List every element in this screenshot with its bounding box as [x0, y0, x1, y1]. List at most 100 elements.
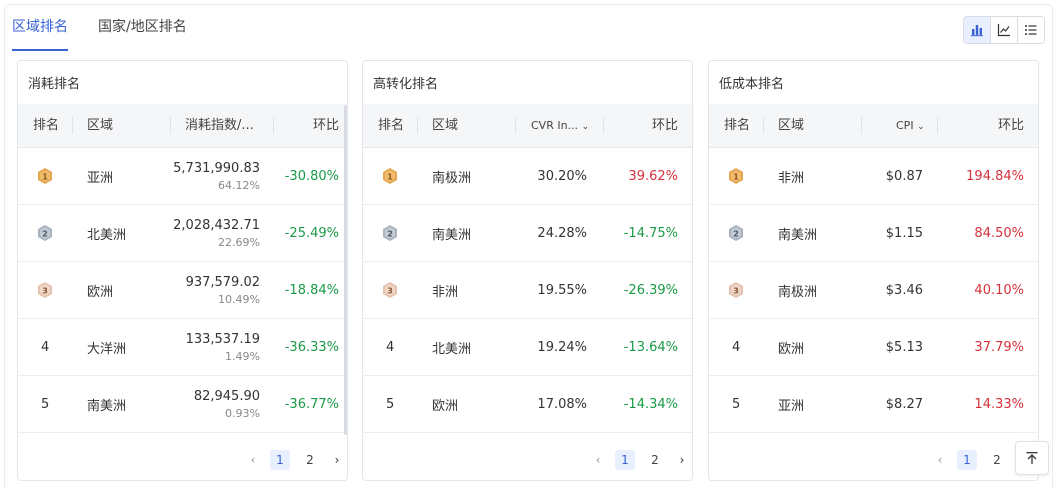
scrollbar[interactable] [344, 105, 347, 435]
tab-region-ranking[interactable]: 区域排名 [12, 16, 68, 51]
silver-medal-icon: 2 [37, 205, 53, 261]
next-page-button[interactable]: › [330, 453, 344, 467]
region-name: 欧洲 [432, 398, 459, 414]
gold-medal-icon: 1 [728, 148, 744, 204]
change-value: -14.75% [623, 225, 678, 241]
region-name: 南极洲 [432, 170, 472, 186]
line-chart-icon [997, 24, 1010, 37]
consumption-share: 22.69% [218, 235, 260, 249]
col-rank: 排名 [724, 118, 751, 133]
col-change: 环比 [312, 118, 339, 133]
table-row[interactable]: 4 欧洲 $5.13 37.79% [709, 319, 1038, 376]
list-icon [1025, 25, 1037, 35]
line-chart-view-button[interactable] [990, 17, 1017, 43]
table-row[interactable]: 4 北美洲 19.24% -13.64% [363, 319, 692, 376]
card-title: 消耗排名 [28, 77, 81, 92]
rank-number: 4 [41, 339, 50, 355]
consumption-value: 5,731,990.83 [173, 160, 260, 176]
region-name: 大洋洲 [87, 341, 127, 357]
consumption-share: 0.93% [225, 406, 260, 420]
col-consumption-index[interactable]: 消耗指数/... [185, 104, 254, 147]
cpi-value: $3.46 [885, 282, 923, 298]
region-name: 北美洲 [432, 341, 472, 357]
col-rank: 排名 [33, 118, 60, 133]
table-row[interactable]: 2 北美洲 2,028,432.71 22.69% -25.49% [18, 205, 347, 262]
col-change: 环比 [997, 118, 1024, 133]
change-value: -18.84% [284, 282, 339, 298]
svg-text:1: 1 [42, 173, 48, 182]
bar-chart-icon [971, 25, 983, 37]
svg-text:3: 3 [733, 287, 739, 296]
pagination: ‹ 1 2 [933, 450, 1007, 470]
page-2-button[interactable]: 2 [300, 450, 320, 470]
change-value: 40.10% [974, 282, 1024, 298]
page-1-button[interactable]: 1 [270, 450, 290, 470]
page-2-button[interactable]: 2 [987, 450, 1007, 470]
svg-text:2: 2 [387, 230, 393, 239]
table-row[interactable]: 3 非洲 19.55% -26.39% [363, 262, 692, 319]
prev-page-button[interactable]: ‹ [246, 453, 260, 467]
gold-medal-icon: 1 [37, 148, 53, 204]
region-name: 北美洲 [87, 227, 127, 243]
table-row[interactable]: 2 南美洲 24.28% -14.75% [363, 205, 692, 262]
change-value: -36.77% [284, 396, 339, 412]
change-value: 37.79% [974, 339, 1024, 355]
chevron-down-icon: ⌄ [917, 122, 925, 132]
consumption-share: 64.12% [218, 178, 260, 192]
change-value: 14.33% [974, 396, 1024, 412]
change-value: -26.39% [623, 282, 678, 298]
page: 区域排名 国家/地区排名 消耗排名 排名 区域 消耗指数/... 环比 1 亚洲… [0, 0, 1059, 488]
silver-medal-icon: 2 [728, 205, 744, 261]
table-row[interactable]: 3 欧洲 937,579.02 10.49% -18.84% [18, 262, 347, 319]
change-value: 84.50% [974, 225, 1024, 241]
table-row[interactable]: 1 亚洲 5,731,990.83 64.12% -30.80% [18, 148, 347, 205]
col-cpi[interactable]: CPI ⌄ [896, 104, 925, 147]
tab-country-ranking[interactable]: 国家/地区排名 [98, 16, 187, 46]
cvr-value: 17.08% [537, 396, 587, 412]
high-conversion-ranking-card: 高转化排名 排名 区域 CVR In... ⌄ 环比 1 南极洲 30.20% … [362, 60, 693, 481]
gold-medal-icon: 1 [382, 148, 398, 204]
region-name: 亚洲 [87, 170, 114, 186]
change-value: -30.80% [284, 168, 339, 184]
table-header: 排名 区域 消耗指数/... 环比 [18, 104, 347, 148]
consumption-value: 82,945.90 [193, 388, 260, 404]
table-row[interactable]: 2 南美洲 $1.15 84.50% [709, 205, 1038, 262]
page-2-button[interactable]: 2 [645, 450, 665, 470]
bar-chart-view-button[interactable] [964, 17, 990, 43]
table-row[interactable]: 3 南极洲 $3.46 40.10% [709, 262, 1038, 319]
table-row[interactable]: 1 非洲 $0.87 194.84% [709, 148, 1038, 205]
consumption-value: 2,028,432.71 [173, 217, 260, 233]
table-row[interactable]: 5 南美洲 82,945.90 0.93% -36.77% [18, 376, 347, 433]
col-cvr-index[interactable]: CVR In... ⌄ [531, 104, 589, 147]
page-1-button[interactable]: 1 [615, 450, 635, 470]
table-header: 排名 区域 CVR In... ⌄ 环比 [363, 104, 692, 148]
bronze-medal-icon: 3 [728, 262, 744, 318]
rank-number: 4 [732, 339, 741, 355]
next-page-button[interactable]: › [675, 453, 689, 467]
prev-page-button[interactable]: ‹ [933, 453, 947, 467]
region-name: 非洲 [778, 170, 805, 186]
table-row[interactable]: 5 欧洲 17.08% -14.34% [363, 376, 692, 433]
card-title: 低成本排名 [719, 77, 785, 92]
col-cvr-label: CVR In... [531, 119, 579, 132]
region-name: 南极洲 [778, 284, 818, 300]
back-to-top-button[interactable] [1015, 441, 1049, 475]
svg-text:3: 3 [387, 287, 393, 296]
cvr-value: 19.24% [537, 339, 587, 355]
page-1-button[interactable]: 1 [957, 450, 977, 470]
table-row[interactable]: 4 大洋洲 133,537.19 1.49% -36.33% [18, 319, 347, 376]
list-view-button[interactable] [1017, 17, 1044, 43]
ranking-tabs: 区域排名 国家/地区排名 [12, 16, 187, 51]
table-row[interactable]: 1 南极洲 30.20% 39.62% [363, 148, 692, 205]
table-row[interactable]: 5 亚洲 $8.27 14.33% [709, 376, 1038, 433]
col-region: 区域 [432, 118, 459, 133]
change-value: -14.34% [623, 396, 678, 412]
col-cpi-label: CPI [896, 119, 914, 132]
bronze-medal-icon: 3 [382, 262, 398, 318]
cpi-value: $0.87 [885, 168, 923, 184]
change-value: -13.64% [623, 339, 678, 355]
region-name: 南美洲 [778, 227, 818, 243]
consumption-value: 937,579.02 [185, 274, 260, 290]
consumption-share: 10.49% [218, 292, 260, 306]
prev-page-button[interactable]: ‹ [591, 453, 605, 467]
